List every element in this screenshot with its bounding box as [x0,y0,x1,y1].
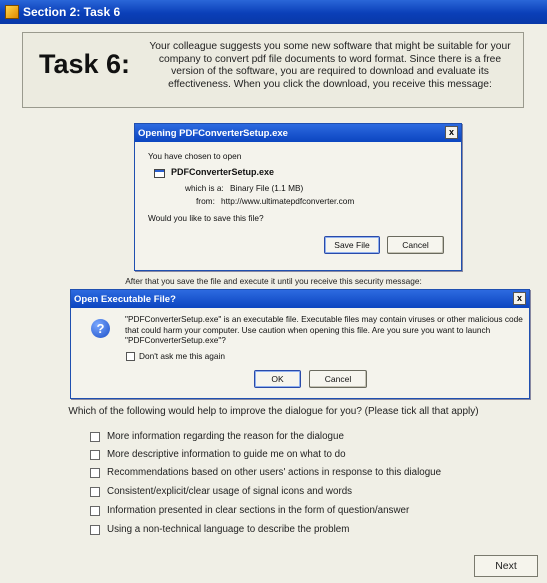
file-type-label: which is a: [185,183,224,193]
window-title: Section 2: Task 6 [23,5,121,19]
option-checkbox[interactable] [90,505,100,516]
security-dialog-titlebar: Open Executable File? x [71,290,529,308]
download-chosen-text: You have chosen to open [148,151,242,161]
file-source-value: http://www.ultimatepdfconverter.com [221,196,355,206]
option-label: Using a non-technical language to descri… [107,524,350,535]
survey-question: Which of the following would help to imp… [68,406,479,417]
file-source-label: from: [196,196,215,206]
option-checkbox[interactable] [90,486,100,497]
survey-option[interactable]: More information regarding the reason fo… [90,431,344,442]
question-icon: ? [91,319,110,338]
save-file-button[interactable]: Save File [324,236,380,254]
option-checkbox[interactable] [90,431,100,442]
task-description: Your colleague suggests you some new sof… [149,41,511,90]
task-heading: Task 6: [39,49,131,79]
option-label: Recommendations based on other users' ac… [107,467,442,478]
app-icon [5,5,19,19]
download-file-name: PDFConverterSetup.exe [171,167,275,177]
file-type-value: Binary File (1.1 MB) [230,183,304,193]
option-label: Information presented in clear sections … [107,505,410,516]
option-label: Consistent/explicit/clear usage of signa… [107,486,353,497]
dont-ask-checkbox[interactable] [126,352,135,361]
task-panel: Task 6: Your colleague suggests you some… [22,32,524,108]
download-dialog-titlebar: Opening PDFConverterSetup.exe x [135,124,461,142]
option-checkbox[interactable] [90,467,100,478]
survey-option[interactable]: Using a non-technical language to descri… [90,524,349,535]
file-icon [154,169,165,178]
after-note: After that you save the file and execute… [125,276,422,286]
option-label: More descriptive information to guide me… [107,449,346,460]
security-cancel-button[interactable]: Cancel [309,370,367,388]
download-dialog-title: Opening PDFConverterSetup.exe [138,127,288,139]
close-icon[interactable]: x [445,126,458,139]
survey-option[interactable]: Information presented in clear sections … [90,505,409,516]
window-body: Task 6: Your colleague suggests you some… [0,24,547,583]
dont-ask-label: Don't ask me this again [139,351,225,361]
download-dialog: Opening PDFConverterSetup.exe x You have… [134,123,462,271]
survey-option[interactable]: More descriptive information to guide me… [90,449,346,460]
security-dialog-title: Open Executable File? [74,293,176,305]
option-label: More information regarding the reason fo… [107,431,344,442]
next-button[interactable]: Next [474,555,538,577]
survey-option[interactable]: Recommendations based on other users' ac… [90,467,441,478]
option-checkbox[interactable] [90,449,100,460]
download-cancel-button[interactable]: Cancel [387,236,444,254]
save-question: Would you like to save this file? [148,213,264,223]
close-icon[interactable]: x [513,292,526,305]
security-dialog: Open Executable File? x ? "PDFConverterS… [70,289,530,399]
security-message: "PDFConverterSetup.exe" is an executable… [125,314,523,345]
ok-button[interactable]: OK [254,370,301,388]
option-checkbox[interactable] [90,524,100,535]
survey-option[interactable]: Consistent/explicit/clear usage of signa… [90,486,352,497]
window-titlebar: Section 2: Task 6 [0,0,547,24]
